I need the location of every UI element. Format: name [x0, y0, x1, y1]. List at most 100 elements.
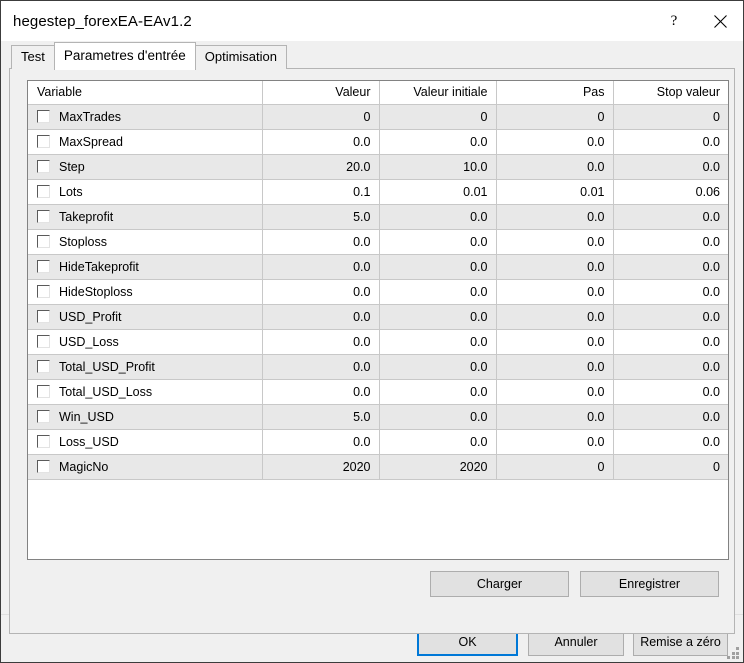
- cell-valeur[interactable]: 5.0: [262, 204, 379, 229]
- cell-valeur-initiale[interactable]: 0.01: [379, 179, 496, 204]
- row-checkbox[interactable]: [37, 260, 50, 273]
- cell-valeur[interactable]: 0.0: [262, 129, 379, 154]
- cell-stop-valeur[interactable]: 0.0: [613, 404, 728, 429]
- column-header-valeur[interactable]: Valeur: [262, 81, 379, 104]
- cell-valeur[interactable]: 2020: [262, 454, 379, 479]
- cell-valeur[interactable]: 0.0: [262, 429, 379, 454]
- cell-pas[interactable]: 0.0: [496, 279, 613, 304]
- table-row[interactable]: HideStoploss 0.0 0.0 0.0 0.0: [28, 279, 728, 304]
- cell-stop-valeur[interactable]: 0.0: [613, 304, 728, 329]
- cell-valeur[interactable]: 0.0: [262, 254, 379, 279]
- tab-parametres-entree[interactable]: Parametres d'entrée: [54, 42, 196, 70]
- cell-pas[interactable]: 0.0: [496, 304, 613, 329]
- row-checkbox[interactable]: [37, 285, 50, 298]
- cell-valeur-initiale[interactable]: 0.0: [379, 204, 496, 229]
- cell-pas[interactable]: 0: [496, 454, 613, 479]
- row-checkbox[interactable]: [37, 235, 50, 248]
- cell-pas[interactable]: 0.01: [496, 179, 613, 204]
- cell-valeur-initiale[interactable]: 0.0: [379, 354, 496, 379]
- cell-pas[interactable]: 0.0: [496, 229, 613, 254]
- cell-valeur-initiale[interactable]: 0.0: [379, 329, 496, 354]
- cell-stop-valeur[interactable]: 0.0: [613, 279, 728, 304]
- cell-pas[interactable]: 0.0: [496, 329, 613, 354]
- cell-valeur[interactable]: 5.0: [262, 404, 379, 429]
- cell-pas[interactable]: 0.0: [496, 129, 613, 154]
- cell-valeur[interactable]: 0.0: [262, 304, 379, 329]
- column-header-stop-valeur[interactable]: Stop valeur: [613, 81, 728, 104]
- row-checkbox[interactable]: [37, 110, 50, 123]
- cell-valeur[interactable]: 0: [262, 104, 379, 129]
- table-row[interactable]: Lots 0.1 0.01 0.01 0.06: [28, 179, 728, 204]
- close-button[interactable]: [697, 1, 743, 41]
- cell-stop-valeur[interactable]: 0.0: [613, 329, 728, 354]
- help-icon[interactable]: ?: [651, 1, 697, 41]
- cell-stop-valeur[interactable]: 0.0: [613, 354, 728, 379]
- resize-grip[interactable]: [727, 647, 739, 659]
- cell-stop-valeur[interactable]: 0.0: [613, 229, 728, 254]
- cell-stop-valeur[interactable]: 0.0: [613, 204, 728, 229]
- row-checkbox[interactable]: [37, 135, 50, 148]
- cell-valeur-initiale[interactable]: 2020: [379, 454, 496, 479]
- table-row[interactable]: Win_USD 5.0 0.0 0.0 0.0: [28, 404, 728, 429]
- cell-valeur-initiale[interactable]: 0.0: [379, 279, 496, 304]
- cell-valeur-initiale[interactable]: 10.0: [379, 154, 496, 179]
- cell-valeur[interactable]: 0.0: [262, 329, 379, 354]
- table-row[interactable]: MagicNo 2020 2020 0 0: [28, 454, 728, 479]
- cell-valeur-initiale[interactable]: 0.0: [379, 129, 496, 154]
- cell-pas[interactable]: 0.0: [496, 254, 613, 279]
- cell-pas[interactable]: 0.0: [496, 154, 613, 179]
- row-checkbox[interactable]: [37, 410, 50, 423]
- table-row[interactable]: Total_USD_Loss 0.0 0.0 0.0 0.0: [28, 379, 728, 404]
- tab-test[interactable]: Test: [11, 45, 55, 69]
- cell-stop-valeur[interactable]: 0.0: [613, 379, 728, 404]
- row-checkbox[interactable]: [37, 160, 50, 173]
- cell-valeur[interactable]: 0.1: [262, 179, 379, 204]
- tab-optimisation[interactable]: Optimisation: [195, 45, 287, 69]
- table-row[interactable]: USD_Profit 0.0 0.0 0.0 0.0: [28, 304, 728, 329]
- cell-pas[interactable]: 0: [496, 104, 613, 129]
- column-header-variable[interactable]: Variable: [28, 81, 262, 104]
- table-row[interactable]: MaxTrades 0 0 0 0: [28, 104, 728, 129]
- cell-valeur[interactable]: 0.0: [262, 379, 379, 404]
- table-row[interactable]: MaxSpread 0.0 0.0 0.0 0.0: [28, 129, 728, 154]
- column-header-valeur-initiale[interactable]: Valeur initiale: [379, 81, 496, 104]
- cell-valeur-initiale[interactable]: 0.0: [379, 379, 496, 404]
- cell-valeur-initiale[interactable]: 0.0: [379, 404, 496, 429]
- cell-stop-valeur[interactable]: 0.06: [613, 179, 728, 204]
- row-checkbox[interactable]: [37, 435, 50, 448]
- cell-stop-valeur[interactable]: 0.0: [613, 129, 728, 154]
- cell-valeur-initiale[interactable]: 0.0: [379, 429, 496, 454]
- load-button[interactable]: Charger: [430, 571, 569, 597]
- row-checkbox[interactable]: [37, 210, 50, 223]
- row-checkbox[interactable]: [37, 310, 50, 323]
- cell-stop-valeur[interactable]: 0: [613, 454, 728, 479]
- table-row[interactable]: USD_Loss 0.0 0.0 0.0 0.0: [28, 329, 728, 354]
- cell-pas[interactable]: 0.0: [496, 204, 613, 229]
- cell-valeur[interactable]: 0.0: [262, 229, 379, 254]
- cell-valeur-initiale[interactable]: 0.0: [379, 254, 496, 279]
- table-row[interactable]: Stoploss 0.0 0.0 0.0 0.0: [28, 229, 728, 254]
- cell-valeur[interactable]: 0.0: [262, 279, 379, 304]
- row-checkbox[interactable]: [37, 335, 50, 348]
- cell-stop-valeur[interactable]: 0.0: [613, 254, 728, 279]
- table-row[interactable]: Takeprofit 5.0 0.0 0.0 0.0: [28, 204, 728, 229]
- cell-pas[interactable]: 0.0: [496, 429, 613, 454]
- cell-stop-valeur[interactable]: 0: [613, 104, 728, 129]
- row-checkbox[interactable]: [37, 185, 50, 198]
- row-checkbox[interactable]: [37, 385, 50, 398]
- cell-pas[interactable]: 0.0: [496, 379, 613, 404]
- table-row[interactable]: Step 20.0 10.0 0.0 0.0: [28, 154, 728, 179]
- cell-valeur-initiale[interactable]: 0: [379, 104, 496, 129]
- cell-valeur-initiale[interactable]: 0.0: [379, 304, 496, 329]
- cell-valeur[interactable]: 0.0: [262, 354, 379, 379]
- table-row[interactable]: Total_USD_Profit 0.0 0.0 0.0 0.0: [28, 354, 728, 379]
- cell-stop-valeur[interactable]: 0.0: [613, 429, 728, 454]
- cell-pas[interactable]: 0.0: [496, 354, 613, 379]
- table-row[interactable]: Loss_USD 0.0 0.0 0.0 0.0: [28, 429, 728, 454]
- table-row[interactable]: HideTakeprofit 0.0 0.0 0.0 0.0: [28, 254, 728, 279]
- cell-pas[interactable]: 0.0: [496, 404, 613, 429]
- cell-valeur-initiale[interactable]: 0.0: [379, 229, 496, 254]
- cell-valeur[interactable]: 20.0: [262, 154, 379, 179]
- row-checkbox[interactable]: [37, 360, 50, 373]
- column-header-pas[interactable]: Pas: [496, 81, 613, 104]
